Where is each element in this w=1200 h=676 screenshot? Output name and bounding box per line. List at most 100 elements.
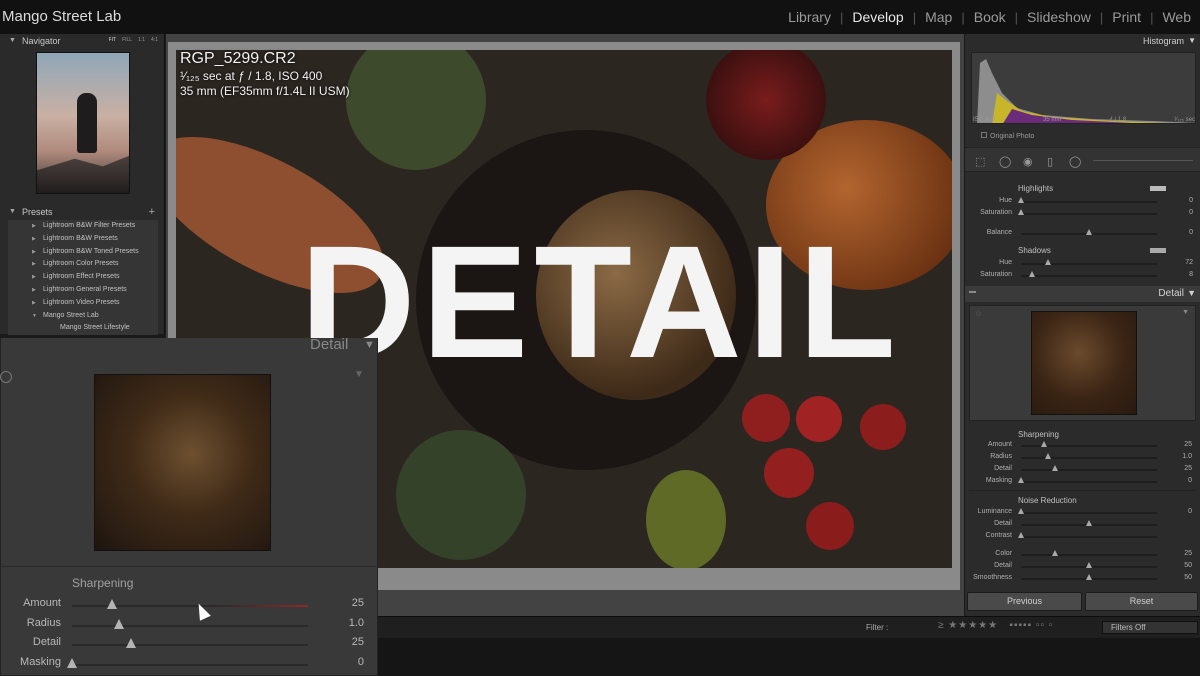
slider-value[interactable]: 1.0 — [349, 617, 364, 629]
preset-folder[interactable]: ▶ Lightroom Color Presets — [8, 258, 158, 271]
previous-button[interactable]: Previous — [967, 592, 1082, 611]
slider-hue[interactable]: Hue 72 — [965, 258, 1193, 269]
detail-panel-header[interactable]: ▬ Detail ▼ — [965, 286, 1200, 302]
slider-track[interactable] — [1021, 275, 1157, 277]
module-print[interactable]: Print — [1103, 9, 1150, 25]
slider-value[interactable]: 72 — [1185, 259, 1193, 266]
slider-thumb[interactable] — [1045, 453, 1052, 459]
slider-value[interactable]: 50 — [1184, 574, 1192, 581]
slider-balance[interactable]: Balance 0 — [965, 228, 1193, 239]
slider-thumb[interactable] — [114, 618, 125, 629]
red-eye-icon[interactable]: ◉ — [1023, 155, 1033, 168]
slider-detail[interactable]: Detail 50 — [965, 561, 1192, 572]
slider-thumb[interactable] — [107, 599, 118, 609]
radial-filter-icon[interactable]: ◯ — [1069, 155, 1081, 168]
reset-button[interactable]: Reset — [1085, 592, 1198, 611]
slider-luminance[interactable]: Luminance 0 — [965, 507, 1192, 518]
presets-header[interactable]: ▼ Presets + — [0, 206, 164, 220]
slider-thumb[interactable] — [1052, 465, 1058, 471]
zoom-option[interactable]: FILL — [122, 37, 132, 43]
slider-value[interactable]: 50 — [1184, 562, 1192, 569]
slider-value[interactable]: 0 — [1188, 477, 1192, 484]
disclosure-triangle-icon[interactable]: ▶ — [32, 297, 36, 310]
preset-folder[interactable]: ▶ Lightroom General Presets — [8, 284, 158, 297]
slider-track[interactable] — [1021, 554, 1157, 556]
slider-value[interactable]: 25 — [352, 597, 364, 609]
slider-track[interactable] — [1021, 481, 1157, 483]
preview-toggle-icon[interactable]: ▼ — [354, 369, 364, 380]
zoom-slider-amount[interactable]: Amount 25 — [0, 597, 378, 615]
slider-thumb[interactable] — [1052, 550, 1058, 556]
slider-thumb[interactable] — [1018, 197, 1024, 203]
disclosure-triangle-icon[interactable]: ▼ — [32, 310, 37, 323]
slider-track[interactable] — [72, 624, 308, 627]
zoom-option[interactable]: 1:1 — [138, 37, 145, 43]
preset-folder[interactable]: ▶ Lightroom B&W Filter Presets — [8, 220, 158, 233]
slider-track[interactable] — [1021, 512, 1157, 514]
slider-value[interactable]: 0 — [1189, 229, 1193, 236]
collapse-triangle-icon[interactable]: ▼ — [9, 37, 16, 44]
slider-smoothness[interactable]: Smoothness 50 — [965, 573, 1192, 584]
collapse-triangle-icon[interactable]: ▼ — [9, 208, 16, 215]
slider-saturation[interactable]: Saturation 0 — [965, 208, 1193, 219]
module-book[interactable]: Book — [965, 9, 1015, 25]
slider-thumb[interactable] — [126, 638, 136, 648]
zoom-option[interactable]: 4:1 — [151, 37, 158, 43]
module-develop[interactable]: Develop — [843, 9, 912, 25]
slider-detail[interactable]: Detail — [965, 519, 1192, 530]
slider-value[interactable]: 25 — [1184, 465, 1192, 472]
slider-track[interactable] — [1021, 263, 1157, 265]
zoom-slider-masking[interactable]: Masking 0 — [0, 656, 378, 674]
zoomed-preview-thumbnail[interactable] — [94, 374, 271, 551]
zoom-slider-detail[interactable]: Detail 25 — [0, 636, 378, 654]
slider-thumb[interactable] — [1028, 271, 1035, 277]
navigator-preview[interactable] — [36, 52, 130, 194]
slider-hue[interactable]: Hue 0 — [965, 196, 1193, 207]
zoom-option[interactable]: FIT — [109, 37, 117, 43]
slider-value[interactable]: 0 — [1189, 197, 1193, 204]
module-map[interactable]: Map — [916, 9, 961, 25]
highlights-swatch[interactable] — [1150, 186, 1166, 191]
navigator-header[interactable]: ▼ Navigator FIT FILL 1:1 4:1 — [0, 35, 164, 49]
slider-masking[interactable]: Masking 0 — [965, 476, 1192, 487]
slider-track[interactable] — [1021, 457, 1157, 459]
slider-value[interactable]: 25 — [1184, 441, 1192, 448]
slider-value[interactable]: 0 — [1189, 209, 1193, 216]
slider-thumb[interactable] — [1018, 477, 1024, 483]
slider-track[interactable] — [1021, 213, 1157, 215]
crop-tool-icon[interactable]: ⬚ — [975, 155, 985, 168]
slider-radius[interactable]: Radius 1.0 — [965, 452, 1192, 463]
preview-toggle-icon[interactable]: ▼ — [1182, 309, 1189, 316]
module-slideshow[interactable]: Slideshow — [1018, 9, 1100, 25]
histogram-graph[interactable] — [971, 52, 1196, 124]
collapse-triangle-icon[interactable]: ▼ — [364, 339, 375, 351]
spot-removal-icon[interactable]: ◯ — [999, 155, 1011, 168]
detail-preview-thumbnail[interactable] — [1031, 311, 1137, 415]
filters-off-dropdown[interactable]: Filters Off — [1102, 621, 1198, 634]
slider-thumb[interactable] — [1041, 441, 1048, 447]
disclosure-triangle-icon[interactable]: ▶ — [32, 258, 36, 271]
graduated-filter-icon[interactable]: ▯ — [1047, 155, 1053, 168]
zoom-slider-radius[interactable]: Radius 1.0 — [0, 617, 378, 635]
slider-contrast[interactable]: Contrast — [965, 531, 1192, 542]
preset-item[interactable]: Mango Street Lifestyle — [8, 322, 158, 335]
disclosure-triangle-icon[interactable]: ▶ — [32, 284, 36, 297]
add-preset-icon[interactable]: + — [149, 206, 155, 218]
preset-folder[interactable]: ▶ Lightroom B&W Toned Presets — [8, 246, 158, 259]
panel-switch-icon[interactable]: ▬ — [969, 288, 976, 295]
shadows-swatch[interactable] — [1150, 248, 1166, 253]
slider-value[interactable]: 0 — [358, 656, 364, 668]
slider-thumb[interactable] — [1086, 562, 1092, 568]
slider-thumb[interactable] — [67, 657, 77, 668]
disclosure-triangle-icon[interactable]: ▶ — [32, 246, 36, 259]
original-photo-toggle[interactable]: Original Photo — [981, 132, 1034, 140]
module-library[interactable]: Library — [779, 9, 840, 25]
slider-thumb[interactable] — [1045, 259, 1052, 265]
slider-value[interactable]: 8 — [1189, 271, 1193, 278]
histogram-header[interactable]: Histogram ▼ — [965, 35, 1200, 48]
slider-thumb[interactable] — [1018, 209, 1024, 215]
slider-thumb[interactable] — [1086, 229, 1092, 235]
preset-folder[interactable]: ▶ Lightroom Video Presets — [8, 297, 158, 310]
disclosure-triangle-icon[interactable]: ▶ — [32, 271, 36, 284]
slider-detail[interactable]: Detail 25 — [965, 464, 1192, 475]
